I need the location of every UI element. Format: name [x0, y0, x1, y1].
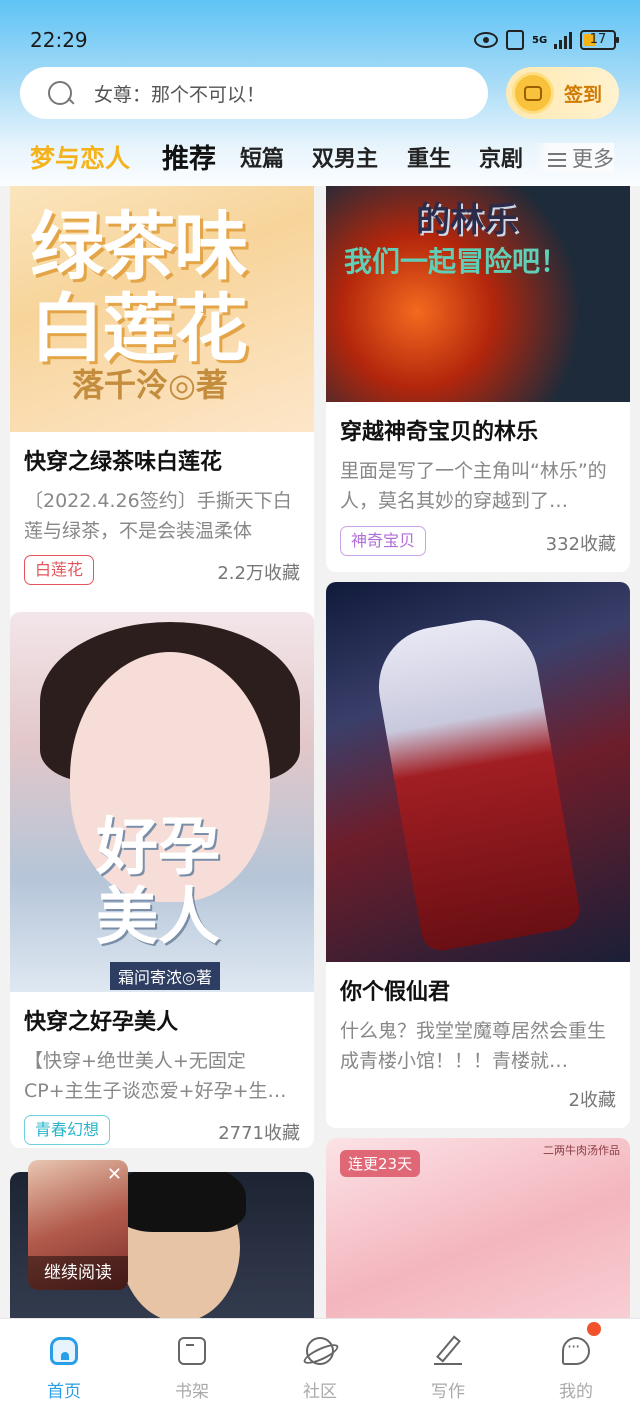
cover-author: 落千泠◎著	[72, 366, 228, 404]
book-tag[interactable]: 神奇宝贝	[340, 526, 427, 556]
book-card[interactable]: 你个假仙君 什么鬼？我堂堂魔尊居然会重生成青楼小馆！！！青楼就… 2收藏	[326, 582, 630, 1128]
battery-icon: 17	[580, 30, 619, 50]
search-bar[interactable]: 女尊：那个不可以！	[20, 67, 488, 119]
book-title: 穿越神奇宝贝的林乐	[340, 420, 539, 445]
cover-title: 的林乐	[416, 200, 518, 240]
status-icons: 5G 17	[474, 30, 619, 50]
home-icon	[50, 1337, 78, 1365]
signal-icon	[554, 31, 572, 49]
eye-comfort-icon	[474, 32, 498, 48]
battery-level: 17	[589, 32, 607, 47]
cover-subtitle: 我们一起冒险吧！	[344, 245, 569, 278]
book-title: 快穿之绿茶味白莲花	[24, 450, 223, 475]
tab-short[interactable]: 短篇	[240, 141, 284, 173]
clock: 22:29	[30, 28, 88, 52]
pen-icon	[434, 1337, 462, 1365]
signin-button[interactable]: 签到	[506, 67, 619, 119]
book-desc: 什么鬼？我堂堂魔尊居然会重生成青楼小馆！！！青楼就…	[340, 1020, 607, 1072]
close-icon[interactable]: ✕	[107, 1164, 122, 1185]
vibrate-icon	[506, 30, 524, 50]
book-cover: 绿茶味白莲花 落千泠◎著	[10, 186, 314, 432]
book-cover	[326, 582, 630, 962]
tab-opera[interactable]: 京剧	[479, 141, 523, 173]
notification-dot	[587, 1322, 601, 1336]
book-cover: 好孕美人 霜问寄浓◎著	[10, 612, 314, 992]
nav-label: 我的	[559, 1382, 593, 1402]
book-card[interactable]: 好孕美人 霜问寄浓◎著 快穿之好孕美人 【快穿+绝世美人+无固定CP+主生子谈恋…	[10, 612, 314, 1148]
category-tabs: 梦与恋人 推荐 短篇 双男主 重生 京剧 更多	[0, 135, 640, 180]
favorites-count: 332收藏	[545, 534, 616, 555]
search-icon	[46, 79, 74, 107]
tab-recommend[interactable]: 推荐	[162, 137, 216, 176]
book-cover: 连更23天 二两牛肉汤作品	[326, 1138, 630, 1318]
status-bar: 22:29 5G 17	[0, 22, 640, 62]
book-desc: 里面是写了一个主角叫“林乐”的人，莫名其妙的穿越到了…	[340, 460, 607, 512]
book-tag[interactable]: 白莲花	[24, 555, 95, 585]
chat-coin-icon	[512, 72, 554, 114]
tab-dream-lovers[interactable]: 梦与恋人	[30, 139, 130, 175]
nav-home[interactable]: 首页	[0, 1319, 128, 1414]
book-feed: 绿茶味白莲花 落千泠◎著 快穿之绿茶味白莲花 〔2022.4.26签约〕手撕天下…	[0, 186, 640, 1318]
update-streak-badge: 连更23天	[340, 1150, 421, 1177]
more-label: 更多	[572, 147, 614, 171]
bookshelf-icon	[178, 1337, 206, 1365]
cover-author: 霜问寄浓◎著	[110, 962, 220, 990]
planet-icon	[306, 1337, 334, 1365]
nav-community[interactable]: 社区	[256, 1319, 384, 1414]
menu-icon	[548, 153, 566, 167]
nav-label: 社区	[303, 1382, 337, 1402]
tab-bl[interactable]: 双男主	[312, 141, 378, 173]
book-title: 快穿之好孕美人	[24, 1010, 179, 1035]
nav-me[interactable]: 我的	[512, 1319, 640, 1414]
nav-bookshelf[interactable]: 书架	[128, 1319, 256, 1414]
book-card[interactable]: 的林乐 我们一起冒险吧！ 穿越神奇宝贝的林乐 里面是写了一个主角叫“林乐”的人，…	[326, 186, 630, 572]
signin-label: 签到	[564, 83, 603, 106]
nav-label: 书架	[175, 1382, 209, 1402]
cover-title: 绿茶味白莲花	[30, 204, 248, 372]
chat-bubble-icon	[562, 1337, 590, 1365]
nav-label: 首页	[47, 1382, 81, 1402]
continue-reading-widget[interactable]: ✕ 继续阅读	[28, 1160, 128, 1290]
bottom-nav: 首页 书架 社区 写作 我的	[0, 1318, 640, 1414]
network-type: 5G	[532, 34, 548, 46]
tab-rebirth[interactable]: 重生	[407, 141, 451, 173]
more-categories-button[interactable]: 更多	[534, 143, 614, 173]
cover-publisher: 二两牛肉汤作品	[543, 1144, 620, 1157]
favorites-count: 2收藏	[568, 1090, 616, 1111]
nav-label: 写作	[431, 1382, 465, 1402]
cover-title: 好孕美人	[96, 810, 221, 953]
favorites-count: 2771收藏	[218, 1123, 300, 1144]
book-desc: 【快穿+绝世美人+无固定CP+主生子谈恋爱+好孕+生…	[24, 1050, 287, 1102]
continue-reading-label: 继续阅读	[28, 1256, 128, 1290]
book-desc: 〔2022.4.26签约〕手撕天下白莲与绿茶，不是会装温柔体	[24, 490, 292, 542]
nav-write[interactable]: 写作	[384, 1319, 512, 1414]
book-card[interactable]: 连更23天 二两牛肉汤作品	[326, 1138, 630, 1318]
search-placeholder: 女尊：那个不可以！	[94, 83, 266, 106]
book-title: 你个假仙君	[340, 980, 451, 1005]
book-cover: 的林乐 我们一起冒险吧！	[326, 186, 630, 402]
favorites-count: 2.2万收藏	[217, 563, 300, 584]
book-tag[interactable]: 青春幻想	[24, 1115, 111, 1145]
